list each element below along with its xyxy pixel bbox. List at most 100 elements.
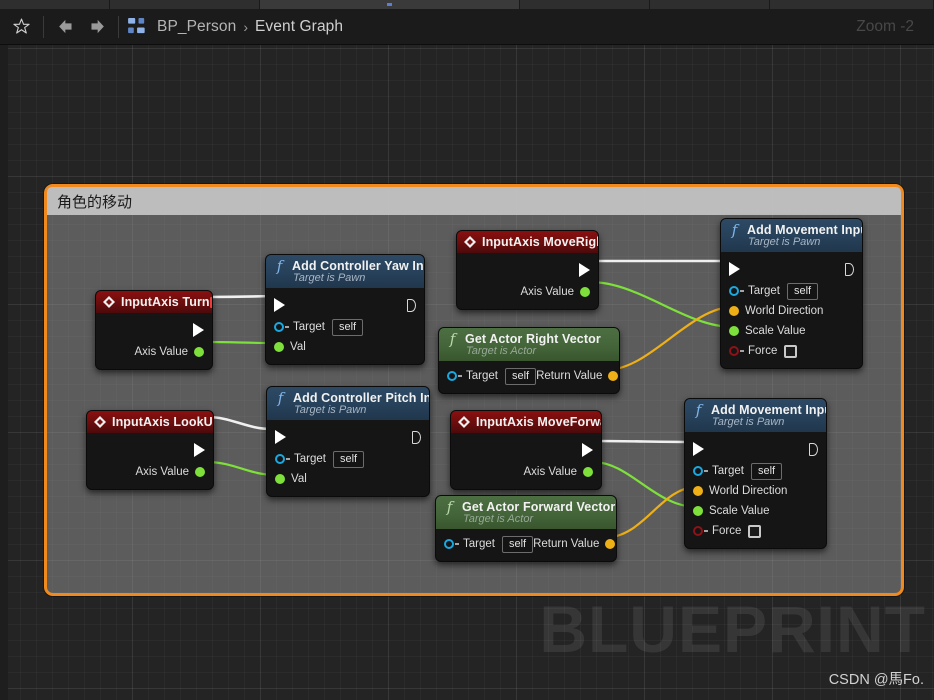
pin-row-target: Target self — [685, 461, 826, 481]
pin-orange[interactable] — [729, 306, 739, 316]
pin-green[interactable] — [583, 467, 593, 477]
node-body: Axis Value — [87, 433, 213, 489]
pin-green[interactable] — [194, 347, 204, 357]
back-button[interactable] — [52, 14, 80, 40]
pin-label: Axis Value — [135, 346, 188, 358]
node-header: fAdd Movement InputTarget is Pawn — [685, 399, 826, 432]
node-title: Get Actor Right Vector — [465, 332, 601, 346]
breadcrumb-item-event-graph[interactable]: Event Graph — [255, 18, 343, 36]
pin-cyan[interactable] — [729, 286, 739, 296]
node-inputaxis-moveright[interactable]: InputAxis MoveRight Axis Value — [456, 230, 599, 310]
pin-value-field[interactable]: self — [751, 463, 782, 480]
tab-sliver-3[interactable] — [520, 0, 650, 9]
node-body: Axis Value — [457, 253, 598, 309]
node-title: Add Movement Input — [747, 223, 863, 237]
pin-nub — [455, 543, 459, 545]
tab-sliver-2[interactable] — [110, 0, 260, 9]
pin-value-field[interactable]: self — [332, 319, 363, 336]
breadcrumb-item-blueprint[interactable]: BP_Person — [157, 18, 236, 36]
pin-green[interactable] — [275, 474, 285, 484]
pin-row-exec — [721, 257, 862, 281]
tab-sliver-active[interactable] — [260, 0, 519, 9]
node-header: InputAxis MoveForward — [451, 411, 601, 433]
pin-cyan[interactable] — [274, 322, 284, 332]
pin-label: Target — [712, 465, 744, 477]
pin-value-field[interactable]: self — [505, 368, 536, 385]
exec-output-pin[interactable] — [582, 443, 593, 457]
pin-green[interactable] — [580, 287, 590, 297]
forward-button[interactable] — [82, 14, 110, 40]
node-title: InputAxis MoveRight — [482, 235, 599, 249]
node-add-movement-input-1[interactable]: fAdd Movement InputTarget is PawnTargets… — [720, 218, 863, 369]
exec-input-pin[interactable] — [275, 430, 286, 444]
pin-label: Scale Value — [745, 325, 806, 337]
pin-row-val: Val — [266, 337, 424, 357]
exec-input-pin[interactable] — [693, 442, 704, 456]
function-icon: f — [273, 260, 286, 272]
pin-green[interactable] — [274, 342, 284, 352]
function-icon: f — [443, 501, 456, 513]
node-inputaxis-lookup[interactable]: InputAxis LookUpAxis Value — [86, 410, 214, 490]
node-inputaxis-moveforward[interactable]: InputAxis MoveForward Axis Value — [450, 410, 602, 490]
node-header: InputAxis MoveRight — [457, 231, 598, 253]
pin-row-exec — [451, 438, 601, 462]
blueprint-graph-icon — [128, 18, 149, 35]
pin-green[interactable] — [693, 506, 703, 516]
pin-darkred[interactable] — [729, 346, 739, 356]
tab-sliver-1[interactable] — [0, 0, 110, 9]
exec-output-pin[interactable] — [809, 443, 818, 456]
exec-output-pin[interactable] — [845, 263, 854, 276]
node-add-movement-input-2[interactable]: fAdd Movement InputTarget is Pawn Targets… — [684, 398, 827, 549]
canvas-left-gutter — [0, 45, 8, 700]
exec-output-pin[interactable] — [407, 299, 416, 312]
node-body: TargetselfVal — [266, 288, 424, 364]
pin-row-axis-value: Axis Value — [451, 462, 601, 482]
pin-cyan[interactable] — [275, 454, 285, 464]
pin-cyan[interactable] — [447, 371, 457, 381]
node-subtitle: Target is Pawn — [294, 404, 422, 416]
pin-row-world-direction: World Direction — [721, 301, 862, 321]
pin-orange[interactable] — [605, 539, 615, 549]
pin-orange[interactable] — [608, 371, 618, 381]
pin-green[interactable] — [729, 326, 739, 336]
exec-input-pin[interactable] — [274, 298, 285, 312]
pin-green[interactable] — [195, 467, 205, 477]
diamond-event-icon — [458, 416, 470, 428]
node-add-controller-pitch-input[interactable]: fAdd Controller Pitch InputTarget is Paw… — [266, 386, 430, 497]
tab-sliver-4[interactable] — [650, 0, 770, 9]
comment-title-bar[interactable]: 角色的移动 — [47, 187, 901, 215]
pin-orange[interactable] — [693, 486, 703, 496]
pin-checkbox[interactable] — [784, 345, 797, 358]
pin-row-exec — [457, 258, 598, 282]
pin-value-field[interactable]: self — [787, 283, 818, 300]
node-title: InputAxis Turn — [121, 295, 210, 309]
pin-label: Return Value — [536, 370, 602, 382]
pin-darkred[interactable] — [693, 526, 703, 536]
diamond-event-icon — [464, 236, 476, 248]
node-header: fGet Actor Right VectorTarget is Actor — [439, 328, 619, 361]
event-graph-canvas[interactable]: BLUEPRINT CSDN @馬Fo. 角色的移动 InputAxis Tur… — [0, 45, 934, 700]
stop-badge[interactable] — [210, 297, 213, 308]
pin-label: Axis Value — [521, 286, 574, 298]
pin-cyan[interactable] — [693, 466, 703, 476]
pin-row-exec — [87, 438, 213, 462]
tab-sliver-5[interactable] — [770, 0, 934, 9]
exec-output-pin[interactable] — [579, 263, 590, 277]
node-get-actor-forward-vector[interactable]: fGet Actor Forward VectorTarget is Actor… — [435, 495, 617, 562]
pin-label: Target — [463, 538, 495, 550]
node-get-actor-right-vector[interactable]: fGet Actor Right VectorTarget is ActorTa… — [438, 327, 620, 394]
node-inputaxis-turn[interactable]: InputAxis Turn Axis Value — [95, 290, 213, 370]
pin-value-field[interactable]: self — [502, 536, 533, 553]
pin-cyan[interactable] — [444, 539, 454, 549]
pin-checkbox[interactable] — [748, 525, 761, 538]
pin-value-field[interactable]: self — [333, 451, 364, 468]
exec-output-pin[interactable] — [193, 323, 204, 337]
node-add-controller-yaw-input[interactable]: fAdd Controller Yaw InputTarget is PawnT… — [265, 254, 425, 365]
favorite-button[interactable] — [7, 14, 35, 40]
function-icon: f — [692, 404, 705, 416]
pin-label: Val — [291, 473, 307, 485]
exec-input-pin[interactable] — [729, 262, 740, 276]
exec-output-pin[interactable] — [412, 431, 421, 444]
exec-output-pin[interactable] — [194, 443, 205, 457]
pin-row-exec — [266, 293, 424, 317]
